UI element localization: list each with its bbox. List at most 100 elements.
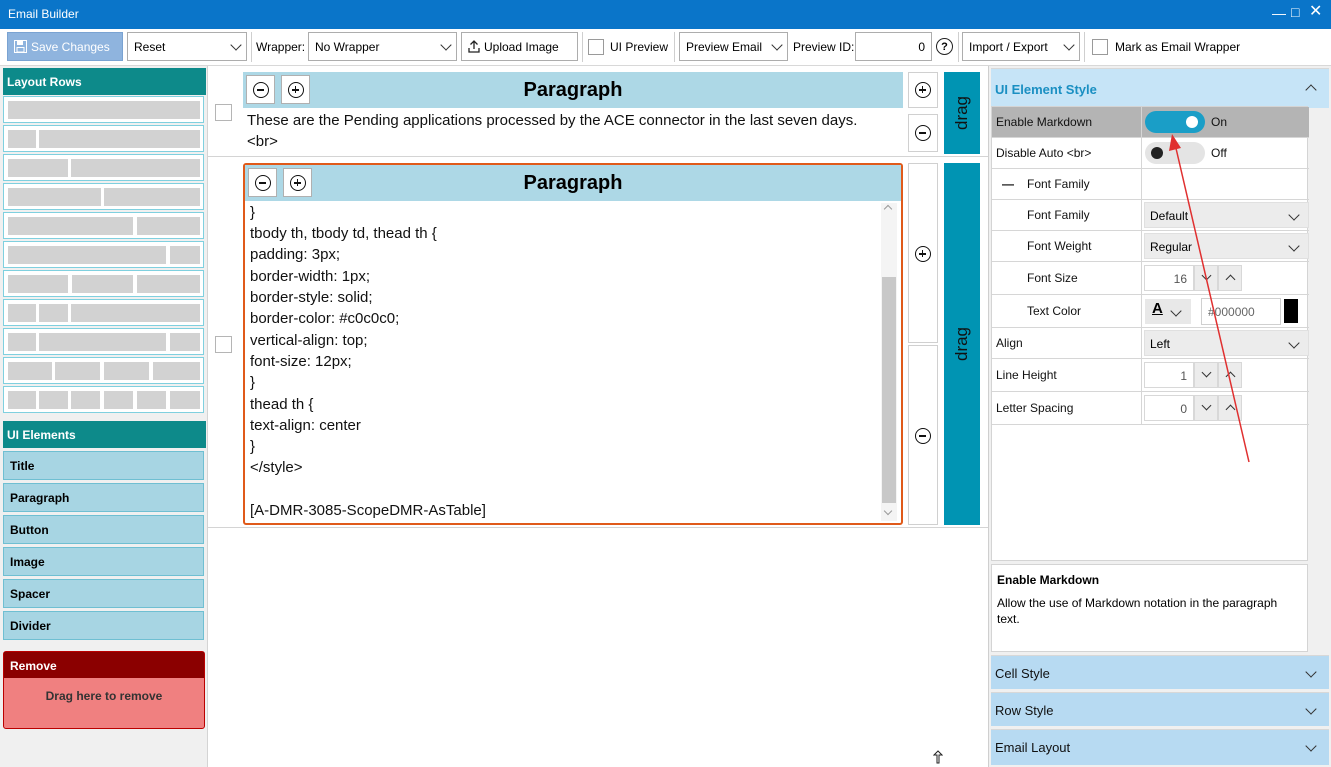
prop-font-weight[interactable]: Font Weight Regular <box>992 231 1309 262</box>
toolbar-divider <box>251 32 252 62</box>
prop-align[interactable]: Align Left <box>992 328 1309 359</box>
scrollbar-thumb[interactable] <box>882 277 896 503</box>
ui-element-style-section[interactable]: UI Element Style <box>991 68 1329 108</box>
reset-value: Reset <box>134 39 166 54</box>
row-style-section[interactable]: Row Style <box>991 692 1329 726</box>
email-layout-section[interactable]: Email Layout <box>991 729 1329 765</box>
collapse-icon[interactable]: — <box>1002 169 1014 199</box>
add-element-button[interactable] <box>908 72 938 108</box>
maximize-icon[interactable]: □ <box>1291 4 1299 20</box>
paragraph-title: Paragraph <box>523 172 623 194</box>
prop-font-size[interactable]: Font Size 16 <box>992 262 1309 295</box>
drag-handle[interactable]: drag <box>944 72 980 154</box>
ui-element-title[interactable]: Title <box>3 451 204 480</box>
prop-label: Text Color <box>1027 304 1082 318</box>
layout-row-3-3[interactable] <box>3 183 204 210</box>
ui-preview-checkbox[interactable]: UI Preview <box>588 32 668 61</box>
layout-row-1-4-1[interactable] <box>3 328 204 355</box>
wrapper-dropdown[interactable]: No Wrapper <box>308 32 457 61</box>
layout-row-1-5[interactable] <box>3 125 204 152</box>
collapse-button[interactable] <box>246 75 275 104</box>
add-element-button[interactable] <box>908 163 938 343</box>
ui-elements-header: UI Elements <box>3 421 206 448</box>
mouse-cursor <box>932 750 944 764</box>
wrapper-value: No Wrapper <box>315 39 380 54</box>
expand-button[interactable] <box>283 168 312 197</box>
chevron-down-icon <box>1288 337 1300 349</box>
remove-element-button[interactable] <box>908 114 938 152</box>
plus-circle-icon <box>915 246 931 262</box>
paragraph-code-editor[interactable]: } tbody th, tbody td, thead th { padding… <box>245 201 899 523</box>
layout-row-1col[interactable] <box>3 96 204 123</box>
preview-email-dropdown[interactable]: Preview Email <box>679 32 788 61</box>
prop-group-font-family[interactable]: — Font Family <box>992 169 1309 200</box>
section-title: Email Layout <box>995 740 1071 755</box>
preview-id-value: 0 <box>918 39 925 54</box>
checkbox-box[interactable] <box>1092 38 1108 55</box>
prop-label: Font Family <box>1027 208 1090 222</box>
ui-element-divider[interactable]: Divider <box>3 611 204 640</box>
mark-wrapper-checkbox[interactable]: Mark as Email Wrapper <box>1092 32 1240 61</box>
toolbar: Save Changes Reset Wrapper: No Wrapper U… <box>0 29 1331 66</box>
paragraph-text-line: These are the Pending applications proce… <box>247 112 858 129</box>
prop-text-color[interactable]: Text Color A #000000 <box>992 295 1309 328</box>
chevron-down-icon <box>440 38 452 51</box>
chevron-down-icon <box>1063 38 1075 51</box>
layout-rows-header: Layout Rows <box>3 68 206 95</box>
prop-enable-markdown[interactable]: Enable Markdown On <box>992 107 1309 138</box>
prop-line-height[interactable]: Line Height 1 <box>992 359 1309 392</box>
drag-label: drag <box>952 95 971 131</box>
import-export-value: Import / Export <box>969 39 1048 54</box>
scroll-up-icon[interactable] <box>883 204 893 214</box>
collapse-button[interactable] <box>248 168 277 197</box>
layout-row-1-1-4[interactable] <box>3 299 204 326</box>
layout-row-4col[interactable] <box>3 357 204 384</box>
prop-font-family[interactable]: Font Family Default <box>992 200 1309 231</box>
window-title: Email Builder <box>8 7 79 21</box>
row-select-checkbox[interactable] <box>215 104 232 121</box>
paragraph-element[interactable]: Paragraph These are the Pending applicat… <box>243 72 903 154</box>
scroll-down-icon[interactable] <box>883 506 893 516</box>
ui-element-paragraph[interactable]: Paragraph <box>3 483 204 512</box>
layout-row-3col[interactable] <box>3 270 204 297</box>
prop-letter-spacing[interactable]: Letter Spacing 0 <box>992 392 1309 425</box>
checkbox-box[interactable] <box>588 38 604 55</box>
close-icon[interactable]: ✕ <box>1309 4 1322 20</box>
layout-row-4-2[interactable] <box>3 212 204 239</box>
ui-element-spacer[interactable]: Spacer <box>3 579 204 608</box>
chevron-down-icon <box>1305 666 1317 678</box>
paragraph-element-selected[interactable]: Paragraph } tbody th, tbody td, thead th… <box>243 163 903 525</box>
upload-image-button[interactable]: Upload Image <box>461 32 578 61</box>
reset-dropdown[interactable]: Reset <box>127 32 247 61</box>
property-grid: Enable Markdown On Disable Auto <br> Off… <box>991 106 1309 561</box>
help-glyph: ? <box>941 40 948 53</box>
cell-style-section[interactable]: Cell Style <box>991 655 1329 689</box>
remove-dropzone[interactable]: Remove Drag here to remove <box>3 651 205 729</box>
layout-row-2-4[interactable] <box>3 154 204 181</box>
minimize-icon[interactable]: — <box>1272 5 1286 21</box>
save-button[interactable]: Save Changes <box>7 32 123 61</box>
preview-id-input[interactable]: 0 <box>855 32 932 61</box>
title-bar: Email Builder — □ ✕ <box>0 0 1331 29</box>
preview-id-label: Preview ID: <box>793 39 855 54</box>
description-title: Enable Markdown <box>997 573 1100 587</box>
chevron-down-icon <box>230 38 242 51</box>
ui-element-button[interactable]: Button <box>3 515 204 544</box>
row-select-checkbox[interactable] <box>215 336 232 353</box>
expand-button[interactable] <box>281 75 310 104</box>
layout-row-5-1[interactable] <box>3 241 204 268</box>
paragraph-text-line: <br> <box>247 133 278 150</box>
import-export-dropdown[interactable]: Import / Export <box>962 32 1080 61</box>
drag-handle[interactable]: drag <box>944 163 980 525</box>
help-icon[interactable]: ? <box>936 38 953 55</box>
email-row: Paragraph These are the Pending applicat… <box>208 66 988 157</box>
remove-element-button[interactable] <box>908 345 938 525</box>
plus-circle-icon <box>290 175 306 191</box>
paragraph-text[interactable]: These are the Pending applications proce… <box>247 110 857 152</box>
layout-row-6col[interactable] <box>3 386 204 413</box>
editor-scrollbar[interactable] <box>881 203 897 521</box>
ui-element-image[interactable]: Image <box>3 547 204 576</box>
prop-disable-auto-br[interactable]: Disable Auto <br> Off <box>992 138 1309 169</box>
properties-panel: UI Element Style Enable Markdown On Disa… <box>988 66 1331 767</box>
remove-header: Remove <box>4 652 204 678</box>
